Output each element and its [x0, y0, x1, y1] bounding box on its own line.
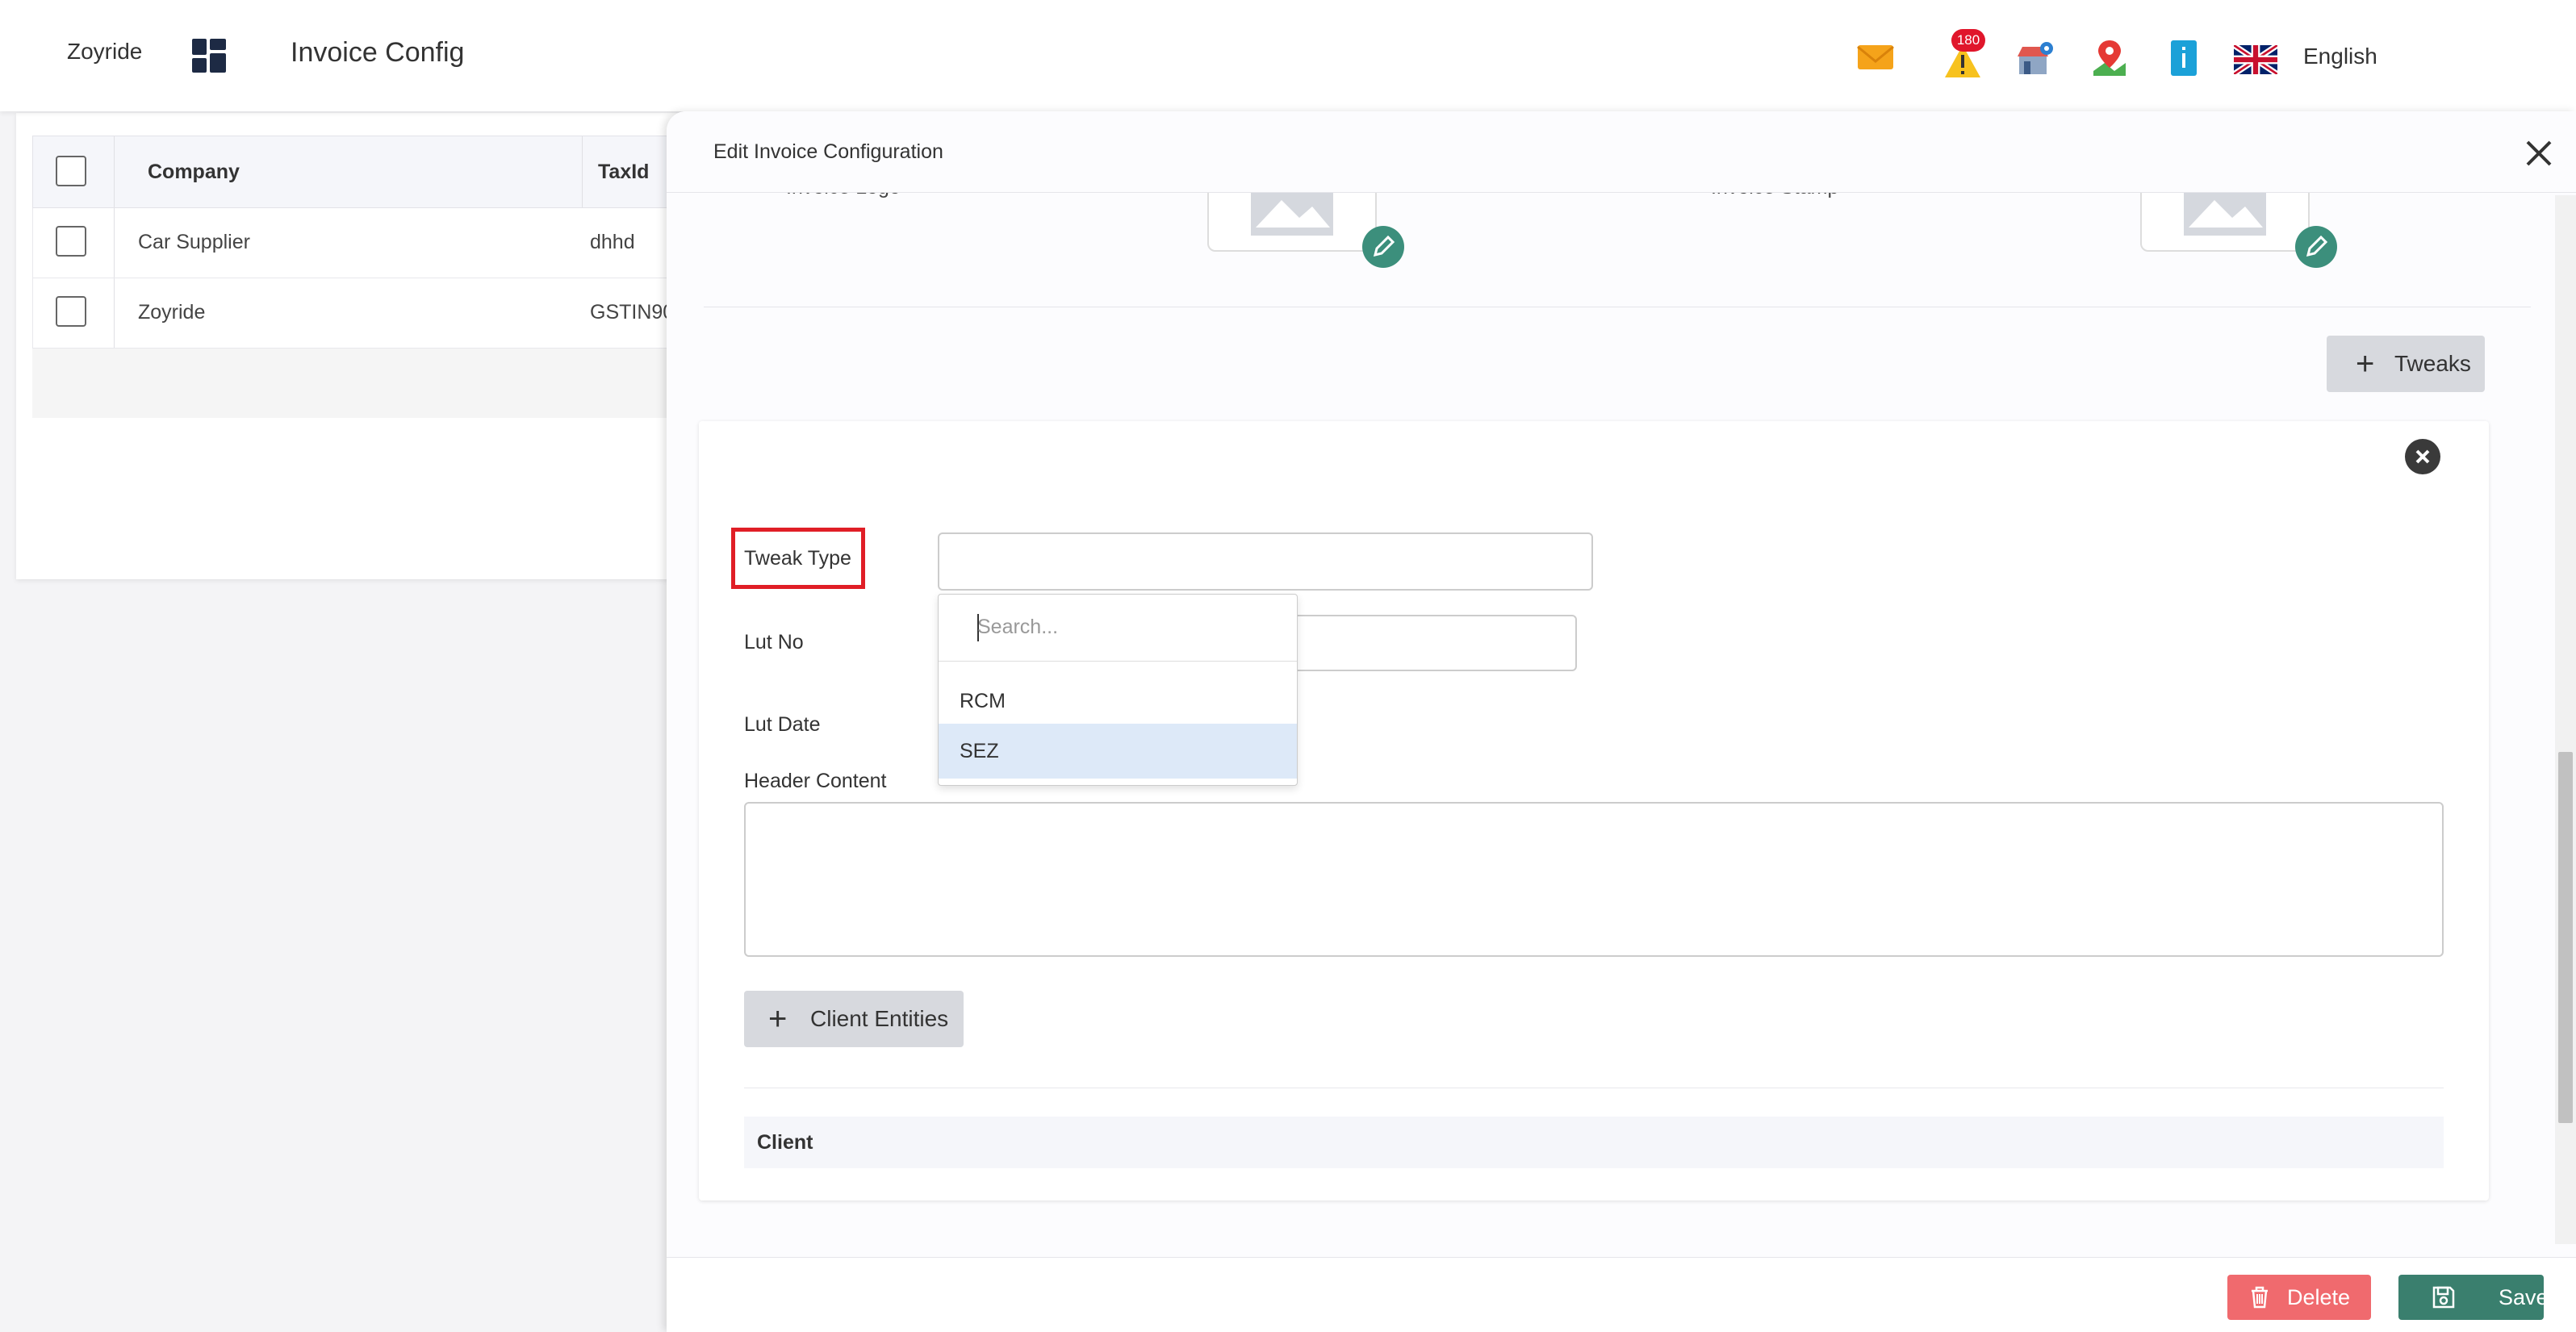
edit-logo-button[interactable] [1362, 226, 1404, 268]
language-selector[interactable]: English [2303, 44, 2377, 69]
save-button[interactable]: Save [2398, 1275, 2549, 1320]
top-header: Zoyride Invoice Config 180 English [0, 0, 2576, 111]
close-circle-icon [2415, 449, 2430, 464]
lut-date-label: Lut Date [744, 713, 821, 736]
row-taxid: GSTIN90 [590, 301, 675, 324]
client-table-header: Client [744, 1117, 2444, 1168]
plus-icon: + [768, 1001, 788, 1037]
dropdown-search[interactable]: Search... [939, 595, 1297, 662]
row-checkbox[interactable] [56, 296, 86, 327]
drawer-title: Edit Invoice Configuration [713, 140, 943, 163]
pencil-icon [1373, 235, 1395, 257]
row-company: Car Supplier [138, 231, 250, 253]
map-pin-icon[interactable] [2090, 39, 2129, 77]
delete-button-label: Delete [2287, 1285, 2351, 1309]
trash-icon [2252, 1286, 2268, 1309]
edit-stamp-button[interactable] [2295, 226, 2337, 268]
header-content-label: Header Content [744, 770, 887, 792]
scrollbar-thumb[interactable] [2558, 752, 2573, 1123]
uk-flag-icon[interactable] [2234, 45, 2277, 74]
select-all-checkbox[interactable] [56, 156, 86, 186]
mail-icon[interactable] [1856, 39, 1895, 77]
client-entities-label: Client Entities [810, 1006, 949, 1031]
drawer-scrollbar[interactable] [2555, 195, 2576, 1244]
row-checkbox[interactable] [56, 226, 86, 257]
header-content-textarea[interactable] [744, 802, 2444, 957]
lut-no-label: Lut No [744, 631, 804, 653]
tweak-type-select[interactable] [938, 532, 1593, 591]
tweaks-button-label: Tweaks [2394, 351, 2471, 376]
page-title: Invoice Config [291, 37, 465, 68]
row-company: Zoyride [138, 301, 206, 324]
add-client-entities-button[interactable]: + Client Entities [744, 991, 964, 1047]
dropdown-option-sez[interactable]: SEZ [939, 724, 1297, 779]
store-location-icon[interactable] [2016, 39, 2055, 77]
tweak-type-label: Tweak Type [744, 547, 851, 570]
column-header-taxid[interactable]: TaxId [598, 161, 649, 184]
tweak-type-dropdown: Search... RCM SEZ [938, 594, 1298, 786]
dropdown-search-input[interactable]: Search... [977, 616, 1058, 639]
alert-count-badge: 180 [1951, 29, 1985, 52]
info-book-icon[interactable] [2164, 39, 2203, 77]
add-tweaks-button[interactable]: + Tweaks [2327, 336, 2485, 392]
pencil-icon [2306, 235, 2328, 257]
drawer-header: Edit Invoice Configuration [667, 111, 2576, 193]
delete-button[interactable]: Delete [2227, 1275, 2371, 1320]
brand-name[interactable]: Zoyride [67, 39, 142, 65]
close-icon[interactable] [2524, 139, 2553, 168]
remove-tweak-button[interactable] [2405, 439, 2440, 474]
dashboard-grid-icon[interactable] [192, 39, 226, 73]
save-disk-icon [2432, 1286, 2455, 1309]
dropdown-option-rcm[interactable]: RCM [939, 674, 1297, 729]
column-header-company[interactable]: Company [148, 161, 240, 184]
save-button-label: Save [2499, 1285, 2549, 1309]
client-column-header: Client [757, 1131, 813, 1154]
plus-icon: + [2356, 346, 2375, 382]
row-taxid: dhhd [590, 231, 635, 253]
